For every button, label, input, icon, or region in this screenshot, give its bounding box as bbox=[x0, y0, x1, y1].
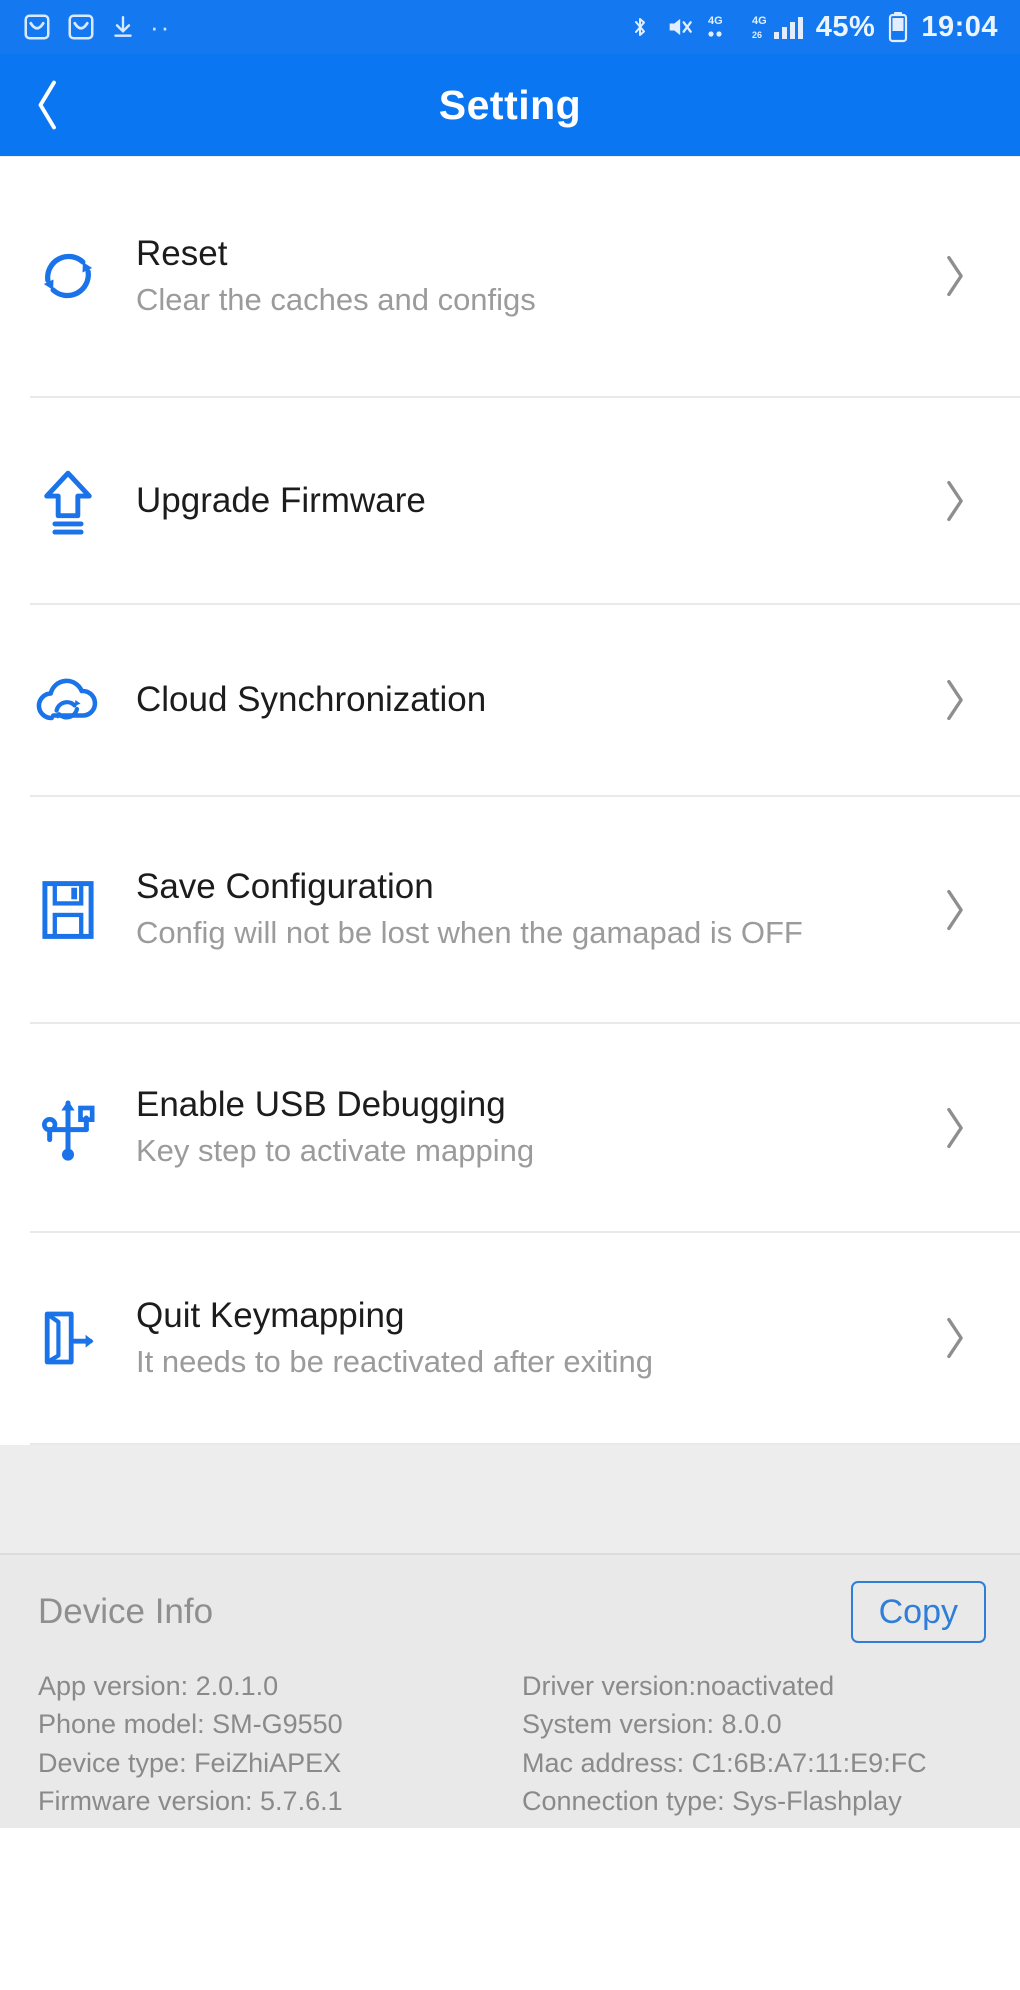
svg-text:4G: 4G bbox=[752, 15, 767, 27]
device-info-line: Phone model: SM-G9550 bbox=[38, 1709, 343, 1740]
usb-icon bbox=[0, 1093, 136, 1163]
device-info-header: Device Info Copy bbox=[38, 1581, 986, 1643]
copy-button[interactable]: Copy bbox=[850, 1581, 986, 1643]
floppy-disk-icon bbox=[0, 877, 136, 943]
more-dots-icon: ·· bbox=[150, 11, 172, 42]
svg-text:26: 26 bbox=[752, 30, 762, 40]
settings-row-text: Upgrade Firmware bbox=[136, 480, 920, 521]
device-info-line: Firmware version: 5.7.6.1 bbox=[38, 1785, 343, 1816]
device-info-line: Driver version:noactivated bbox=[522, 1671, 835, 1701]
status-bar-right-icons: 4G 4G 26 45% 19:04 bbox=[628, 11, 998, 43]
chevron-right-icon bbox=[920, 1315, 990, 1361]
settings-row-reset[interactable]: Reset Clear the caches and configs bbox=[0, 156, 1020, 396]
settings-row-title: Reset bbox=[136, 233, 228, 273]
settings-row-enable-usb-debugging[interactable]: Enable USB Debugging Key step to activat… bbox=[0, 1024, 1020, 1231]
settings-row-title: Cloud Synchronization bbox=[136, 680, 487, 720]
device-info-line: Device type: FeiZhiAPEX bbox=[38, 1747, 342, 1778]
settings-row-text: Enable USB Debugging Key step to activat… bbox=[136, 1084, 920, 1171]
device-info-right-column: Driver version:noactivated System versio… bbox=[502, 1667, 986, 1820]
settings-row-text: Reset Clear the caches and configs bbox=[136, 233, 920, 320]
upload-arrow-icon bbox=[0, 465, 136, 537]
settings-row-quit-keymapping[interactable]: Quit Keymapping It needs to be reactivat… bbox=[0, 1233, 1020, 1443]
signal-4g-icon: 4G bbox=[706, 12, 740, 42]
app-bar: Setting bbox=[0, 54, 1020, 156]
back-button[interactable] bbox=[0, 54, 96, 156]
settings-row-text: Save Configuration Config will not be lo… bbox=[136, 866, 920, 953]
battery-percent-label: 45% bbox=[815, 10, 876, 43]
clock-label: 19:04 bbox=[921, 10, 998, 43]
content-gap bbox=[0, 1445, 1020, 1553]
settings-row-subtitle: It needs to be reactivated after exiting bbox=[136, 1343, 653, 1379]
download-icon bbox=[110, 13, 136, 41]
settings-row-title: Upgrade Firmware bbox=[136, 480, 426, 520]
settings-row-text: Quit Keymapping It needs to be reactivat… bbox=[136, 1295, 920, 1382]
settings-row-upgrade-firmware[interactable]: Upgrade Firmware bbox=[0, 398, 1020, 603]
svg-text:4G: 4G bbox=[708, 15, 723, 27]
battery-icon bbox=[887, 11, 909, 43]
chevron-right-icon bbox=[920, 887, 990, 933]
device-info-line: Connection type: Sys-Flashplay bbox=[522, 1785, 902, 1816]
status-bar: ·· 4G 4G 26 45% 19:04 bbox=[0, 0, 1020, 54]
page-title: Setting bbox=[438, 81, 582, 128]
device-info-line: System version: 8.0.0 bbox=[522, 1709, 782, 1740]
settings-row-subtitle: Clear the caches and configs bbox=[136, 281, 536, 317]
settings-row-subtitle: Key step to activate mapping bbox=[136, 1133, 535, 1169]
settings-row-save-configuration[interactable]: Save Configuration Config will not be lo… bbox=[0, 797, 1020, 1022]
bluetooth-icon bbox=[628, 12, 652, 42]
status-bar-left-icons: ·· bbox=[22, 12, 171, 42]
chevron-right-icon bbox=[920, 1105, 990, 1151]
signal-4g-bars-icon: 4G 26 bbox=[752, 12, 804, 42]
exit-door-icon bbox=[0, 1305, 136, 1371]
refresh-circle-icon bbox=[0, 241, 136, 311]
chevron-right-icon bbox=[920, 478, 990, 524]
chevron-left-icon bbox=[38, 80, 56, 130]
device-info-line: App version: 2.0.1.0 bbox=[38, 1671, 279, 1701]
settings-row-title: Enable USB Debugging bbox=[136, 1085, 506, 1125]
mail-icon bbox=[22, 12, 52, 42]
mute-icon bbox=[664, 13, 694, 41]
chevron-right-icon bbox=[920, 253, 990, 299]
cloud-sync-icon bbox=[0, 669, 136, 731]
settings-row-cloud-synchronization[interactable]: Cloud Synchronization bbox=[0, 605, 1020, 795]
chevron-right-icon bbox=[920, 677, 990, 723]
device-info-panel: Device Info Copy App version: 2.0.1.0 Ph… bbox=[0, 1553, 1020, 1828]
settings-row-title: Quit Keymapping bbox=[136, 1295, 405, 1335]
device-info-line: Mac address: C1:6B:A7:11:E9:FC bbox=[522, 1747, 927, 1778]
settings-list: Reset Clear the caches and configs Upgra… bbox=[0, 156, 1020, 1445]
mail-icon bbox=[66, 12, 96, 42]
settings-row-title: Save Configuration bbox=[136, 867, 434, 907]
device-info-left-column: App version: 2.0.1.0 Phone model: SM-G95… bbox=[38, 1667, 502, 1820]
settings-row-subtitle: Config will not be lost when the gamapad… bbox=[136, 915, 803, 951]
device-info-grid: App version: 2.0.1.0 Phone model: SM-G95… bbox=[38, 1667, 986, 1820]
device-info-label: Device Info bbox=[38, 1592, 214, 1631]
settings-row-text: Cloud Synchronization bbox=[136, 679, 920, 720]
